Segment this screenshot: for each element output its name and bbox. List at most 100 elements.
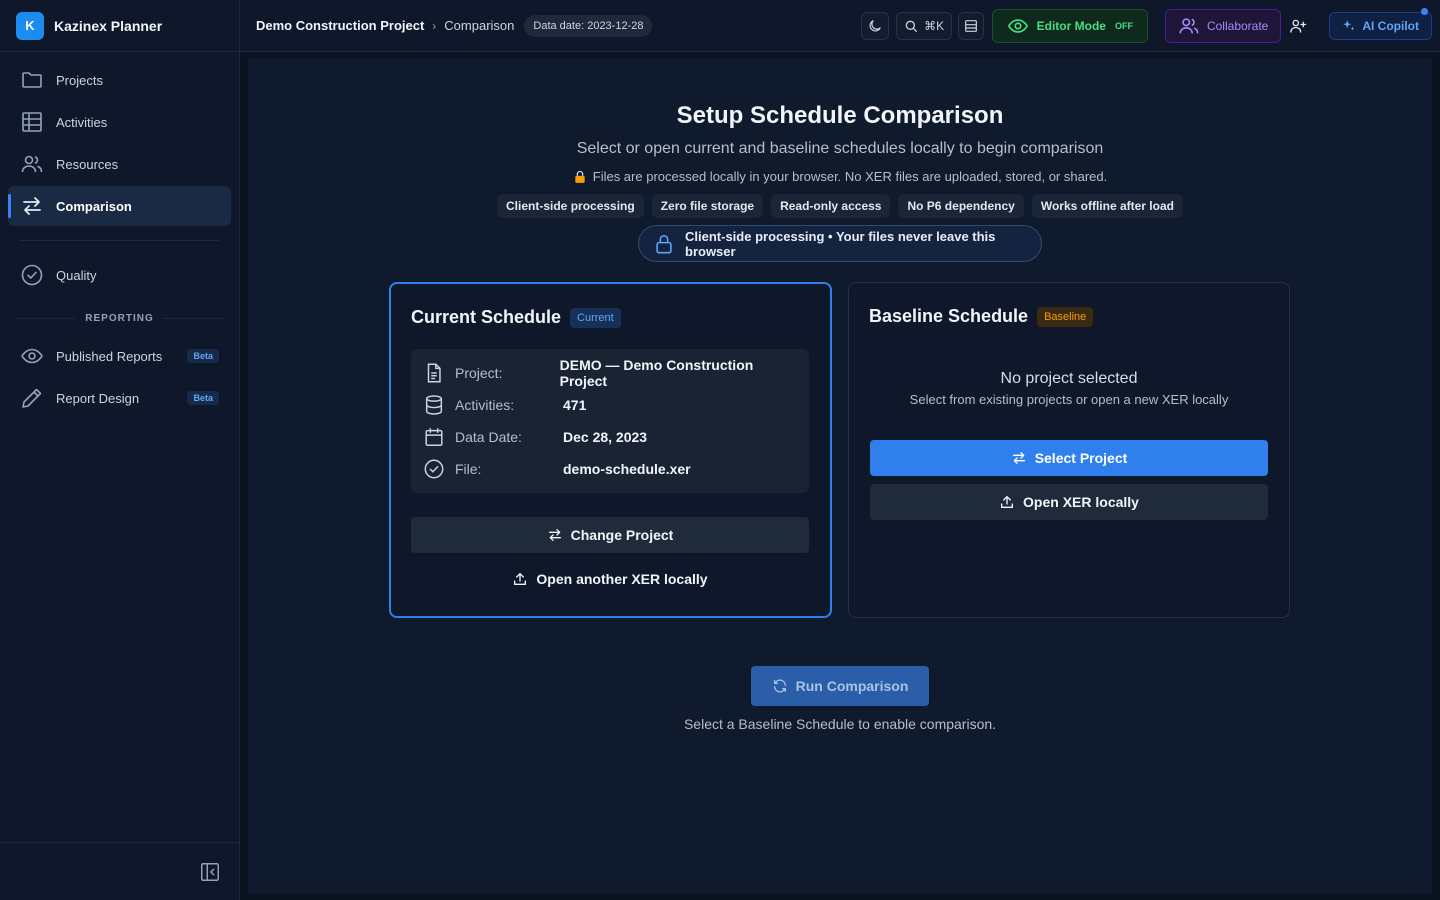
users-icon	[1178, 15, 1200, 37]
sidebar-item-label: Quality	[56, 267, 97, 283]
sidebar-item-report-design[interactable]: Report Design Beta	[8, 378, 231, 418]
top-header: Demo Construction Project › Comparison D…	[240, 0, 1440, 52]
open-another-xer-button[interactable]: Open another XER locally	[411, 561, 809, 597]
data-date-badge: Data date: 2023-12-28	[524, 14, 653, 37]
info-row-activities: Activities: 471	[423, 389, 797, 421]
search-icon	[903, 18, 919, 34]
lock-icon	[573, 170, 587, 184]
feature-chip: Read-only access	[771, 194, 891, 218]
calendar-icon	[423, 426, 445, 448]
collapse-sidebar-icon[interactable]	[199, 861, 221, 883]
editor-mode-state: OFF	[1114, 21, 1133, 31]
current-schedule-card[interactable]: Current Schedule Current Project: DEMO —…	[389, 282, 832, 618]
main-content: Setup Schedule Comparison Select or open…	[248, 58, 1432, 894]
ai-copilot-label: AI Copilot	[1362, 19, 1419, 33]
run-comparison-hint: Select a Baseline Schedule to enable com…	[683, 716, 997, 732]
baseline-schedule-card[interactable]: Baseline Schedule Baseline No project se…	[848, 282, 1290, 618]
change-project-button[interactable]: Change Project	[411, 517, 809, 553]
theme-toggle-button[interactable]	[860, 12, 889, 40]
beta-badge: Beta	[187, 349, 219, 363]
upload-icon	[512, 571, 528, 587]
sidebar-nav: Projects Activities Resources Comparison	[8, 60, 231, 420]
sidebar-item-label: Projects	[56, 72, 103, 88]
layout-icon	[963, 18, 979, 34]
add-user-icon[interactable]	[1289, 17, 1307, 35]
check-circle-icon	[20, 263, 44, 287]
sidebar-item-label: Resources	[56, 156, 119, 172]
info-row-file: File: demo-schedule.xer	[423, 453, 797, 485]
sidebar-divider	[20, 240, 219, 241]
brand[interactable]: K Kazinex Planner	[0, 0, 239, 52]
pencil-icon	[20, 386, 44, 410]
check-circle-icon	[423, 458, 445, 480]
sparkles-icon	[1342, 19, 1356, 33]
header-actions: ⌘K Editor Mode OFF Collaborate AI Copilo…	[860, 0, 1440, 52]
collaborate-label: Collaborate	[1206, 19, 1269, 33]
page-subtitle: Select or open current and baseline sche…	[576, 140, 1104, 157]
privacy-banner: Client-side processing • Your files neve…	[638, 225, 1042, 262]
privacy-note: Files are processed locally in your brow…	[248, 169, 1432, 184]
collaborate-button[interactable]: Collaborate	[1164, 9, 1282, 43]
breadcrumb-project[interactable]: Demo Construction Project	[256, 18, 424, 33]
sidebar-item-projects[interactable]: Projects	[8, 60, 231, 100]
editor-mode-toggle[interactable]: Editor Mode OFF	[991, 9, 1148, 43]
layout-toggle-button[interactable]	[957, 12, 984, 40]
search-button[interactable]: ⌘K	[895, 12, 952, 40]
eye-icon	[1007, 15, 1029, 37]
privacy-note-text: Files are processed locally in your brow…	[592, 169, 1108, 184]
breadcrumb-current: Comparison	[444, 18, 515, 33]
current-tag: Current	[570, 307, 621, 328]
sidebar-item-activities[interactable]: Activities	[8, 102, 231, 142]
feature-chip: Client-side processing	[497, 194, 644, 218]
feature-chip: No P6 dependency	[898, 194, 1024, 218]
notification-dot	[1421, 8, 1428, 15]
document-icon	[423, 362, 445, 384]
feature-chip: Works offline after load	[1031, 194, 1183, 218]
sidebar-item-published-reports[interactable]: Published Reports Beta	[8, 336, 231, 376]
card-title: Current Schedule Current	[411, 307, 621, 328]
reporting-section-label: REPORTING	[16, 313, 223, 324]
moon-icon	[867, 18, 883, 34]
card-title: Baseline Schedule Baseline	[869, 306, 1094, 327]
baseline-tag: Baseline	[1037, 306, 1094, 327]
grid-icon	[20, 110, 44, 134]
feature-chip: Zero file storage	[651, 194, 764, 218]
folder-icon	[20, 68, 44, 92]
sidebar-item-resources[interactable]: Resources	[8, 144, 231, 184]
swap-arrows-icon	[1011, 450, 1027, 466]
sidebar-item-label: Published Reports	[56, 348, 163, 364]
sidebar: K Kazinex Planner Projects Activities Re…	[0, 0, 240, 900]
refresh-icon	[772, 678, 788, 694]
lock-icon	[653, 233, 675, 255]
open-xer-button[interactable]: Open XER locally	[870, 484, 1268, 520]
feature-chips: Client-side processing Zero file storage…	[248, 194, 1432, 218]
empty-state-title: No project selected	[1000, 370, 1138, 387]
select-project-button[interactable]: Select Project	[870, 440, 1268, 476]
search-shortcut: ⌘K	[924, 19, 945, 33]
swap-arrows-icon	[20, 194, 44, 218]
breadcrumb-separator: ›	[432, 18, 437, 33]
privacy-banner-text: Client-side processing • Your files neve…	[685, 228, 996, 259]
ai-copilot-button[interactable]: AI Copilot	[1329, 8, 1432, 40]
swap-arrows-icon	[547, 527, 563, 543]
sidebar-item-label: Comparison	[56, 198, 132, 214]
project-info: Project: DEMO — Demo Construction Projec…	[411, 349, 809, 493]
eye-icon	[20, 344, 44, 368]
users-icon	[20, 152, 44, 176]
sidebar-item-comparison[interactable]: Comparison	[8, 186, 231, 226]
info-row-data-date: Data Date: Dec 28, 2023	[423, 421, 797, 453]
sidebar-footer	[0, 842, 239, 900]
run-comparison-button[interactable]: Run Comparison	[751, 666, 929, 706]
app-logo: K	[16, 11, 44, 40]
app-name: Kazinex Planner	[54, 17, 163, 34]
sidebar-item-label: Report Design	[56, 390, 140, 406]
page-title: Setup Schedule Comparison	[676, 102, 1004, 129]
sidebar-item-label: Activities	[56, 114, 108, 130]
breadcrumb: Demo Construction Project › Comparison D…	[256, 14, 653, 37]
sidebar-item-quality[interactable]: Quality	[8, 255, 231, 295]
upload-icon	[999, 494, 1015, 510]
database-icon	[423, 394, 445, 416]
empty-state-subtitle: Select from existing projects or open a …	[909, 392, 1229, 407]
beta-badge: Beta	[187, 391, 219, 405]
editor-mode-label: Editor Mode	[1036, 19, 1106, 33]
